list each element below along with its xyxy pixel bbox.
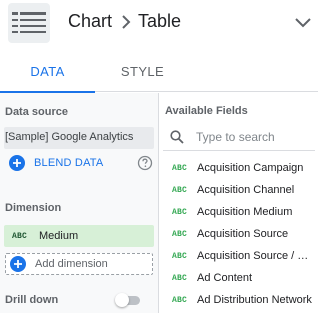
- breadcrumb: Chart Table: [68, 11, 181, 32]
- panel-tabs: DATA STYLE: [0, 50, 318, 93]
- blend-data-button[interactable]: BLEND DATA: [9, 154, 103, 172]
- field-name: Ad Distribution Network: [197, 294, 312, 306]
- add-dimension-label: Add dimension: [35, 258, 108, 270]
- table-chart-icon[interactable]: [8, 3, 50, 43]
- chevron-down-icon[interactable]: [294, 14, 312, 32]
- field-item[interactable]: ABC Acquisition Medium: [163, 201, 318, 223]
- divider: [163, 150, 315, 151]
- dimension-chip-medium[interactable]: ABC Medium: [4, 225, 154, 247]
- field-item[interactable]: ABC Acquisition Channel: [163, 179, 318, 201]
- search-icon: [170, 130, 184, 144]
- field-search: [165, 126, 315, 148]
- blend-data-label: BLEND DATA: [34, 157, 104, 169]
- dimension-title: Dimension: [5, 202, 62, 214]
- toggle-knob: [115, 293, 129, 307]
- abc-type-icon: ABC: [172, 295, 188, 305]
- abc-type-icon: ABC: [172, 185, 188, 195]
- chevron-right-icon: [121, 14, 131, 29]
- dimension-chip-label: Medium: [39, 230, 79, 242]
- plus-circle-icon: [9, 155, 25, 171]
- field-item[interactable]: ABC Acquisition Source: [163, 223, 318, 245]
- search-input[interactable]: [196, 130, 306, 144]
- tab-style[interactable]: STYLE: [95, 50, 190, 92]
- field-name: Acquisition Channel: [197, 184, 295, 196]
- panel-header: Chart Table: [0, 0, 318, 46]
- breadcrumb-table: Table: [138, 11, 182, 31]
- tab-data[interactable]: DATA: [0, 50, 95, 93]
- field-name: Ad Content: [197, 272, 253, 284]
- field-item[interactable]: ABC Ad Content: [163, 267, 318, 289]
- abc-type-icon: ABC: [172, 207, 188, 217]
- abc-type-icon: ABC: [172, 163, 188, 173]
- breadcrumb-chart[interactable]: Chart: [68, 11, 112, 32]
- add-dimension-button[interactable]: Add dimension: [5, 253, 153, 275]
- abc-type-icon: ABC: [172, 273, 188, 283]
- drill-down-toggle[interactable]: [115, 293, 141, 307]
- available-fields-list: ABC Acquisition Campaign ABC Acquisition…: [163, 157, 318, 311]
- field-item[interactable]: ABC Acquisition Campaign: [163, 157, 318, 179]
- available-fields-title: Available Fields: [165, 105, 248, 117]
- field-item[interactable]: ABC Acquisition Source / Medium: [163, 245, 318, 267]
- help-icon[interactable]: [137, 155, 153, 171]
- field-name: Acquisition Source: [197, 228, 289, 240]
- field-name: Acquisition Medium: [197, 206, 293, 218]
- field-name: Acquisition Source / Medium: [197, 250, 315, 262]
- drill-down-label: Drill down: [5, 294, 59, 306]
- field-item[interactable]: ABC Ad Distribution Network: [163, 289, 318, 311]
- plus-circle-icon: [10, 256, 26, 272]
- data-source-title: Data source: [5, 106, 68, 118]
- abc-type-icon: ABC: [12, 231, 28, 241]
- abc-type-icon: ABC: [172, 229, 188, 239]
- data-source-selector[interactable]: [Sample] Google Analytics: [4, 127, 154, 149]
- field-name: Acquisition Campaign: [197, 162, 304, 174]
- abc-type-icon: ABC: [172, 251, 188, 261]
